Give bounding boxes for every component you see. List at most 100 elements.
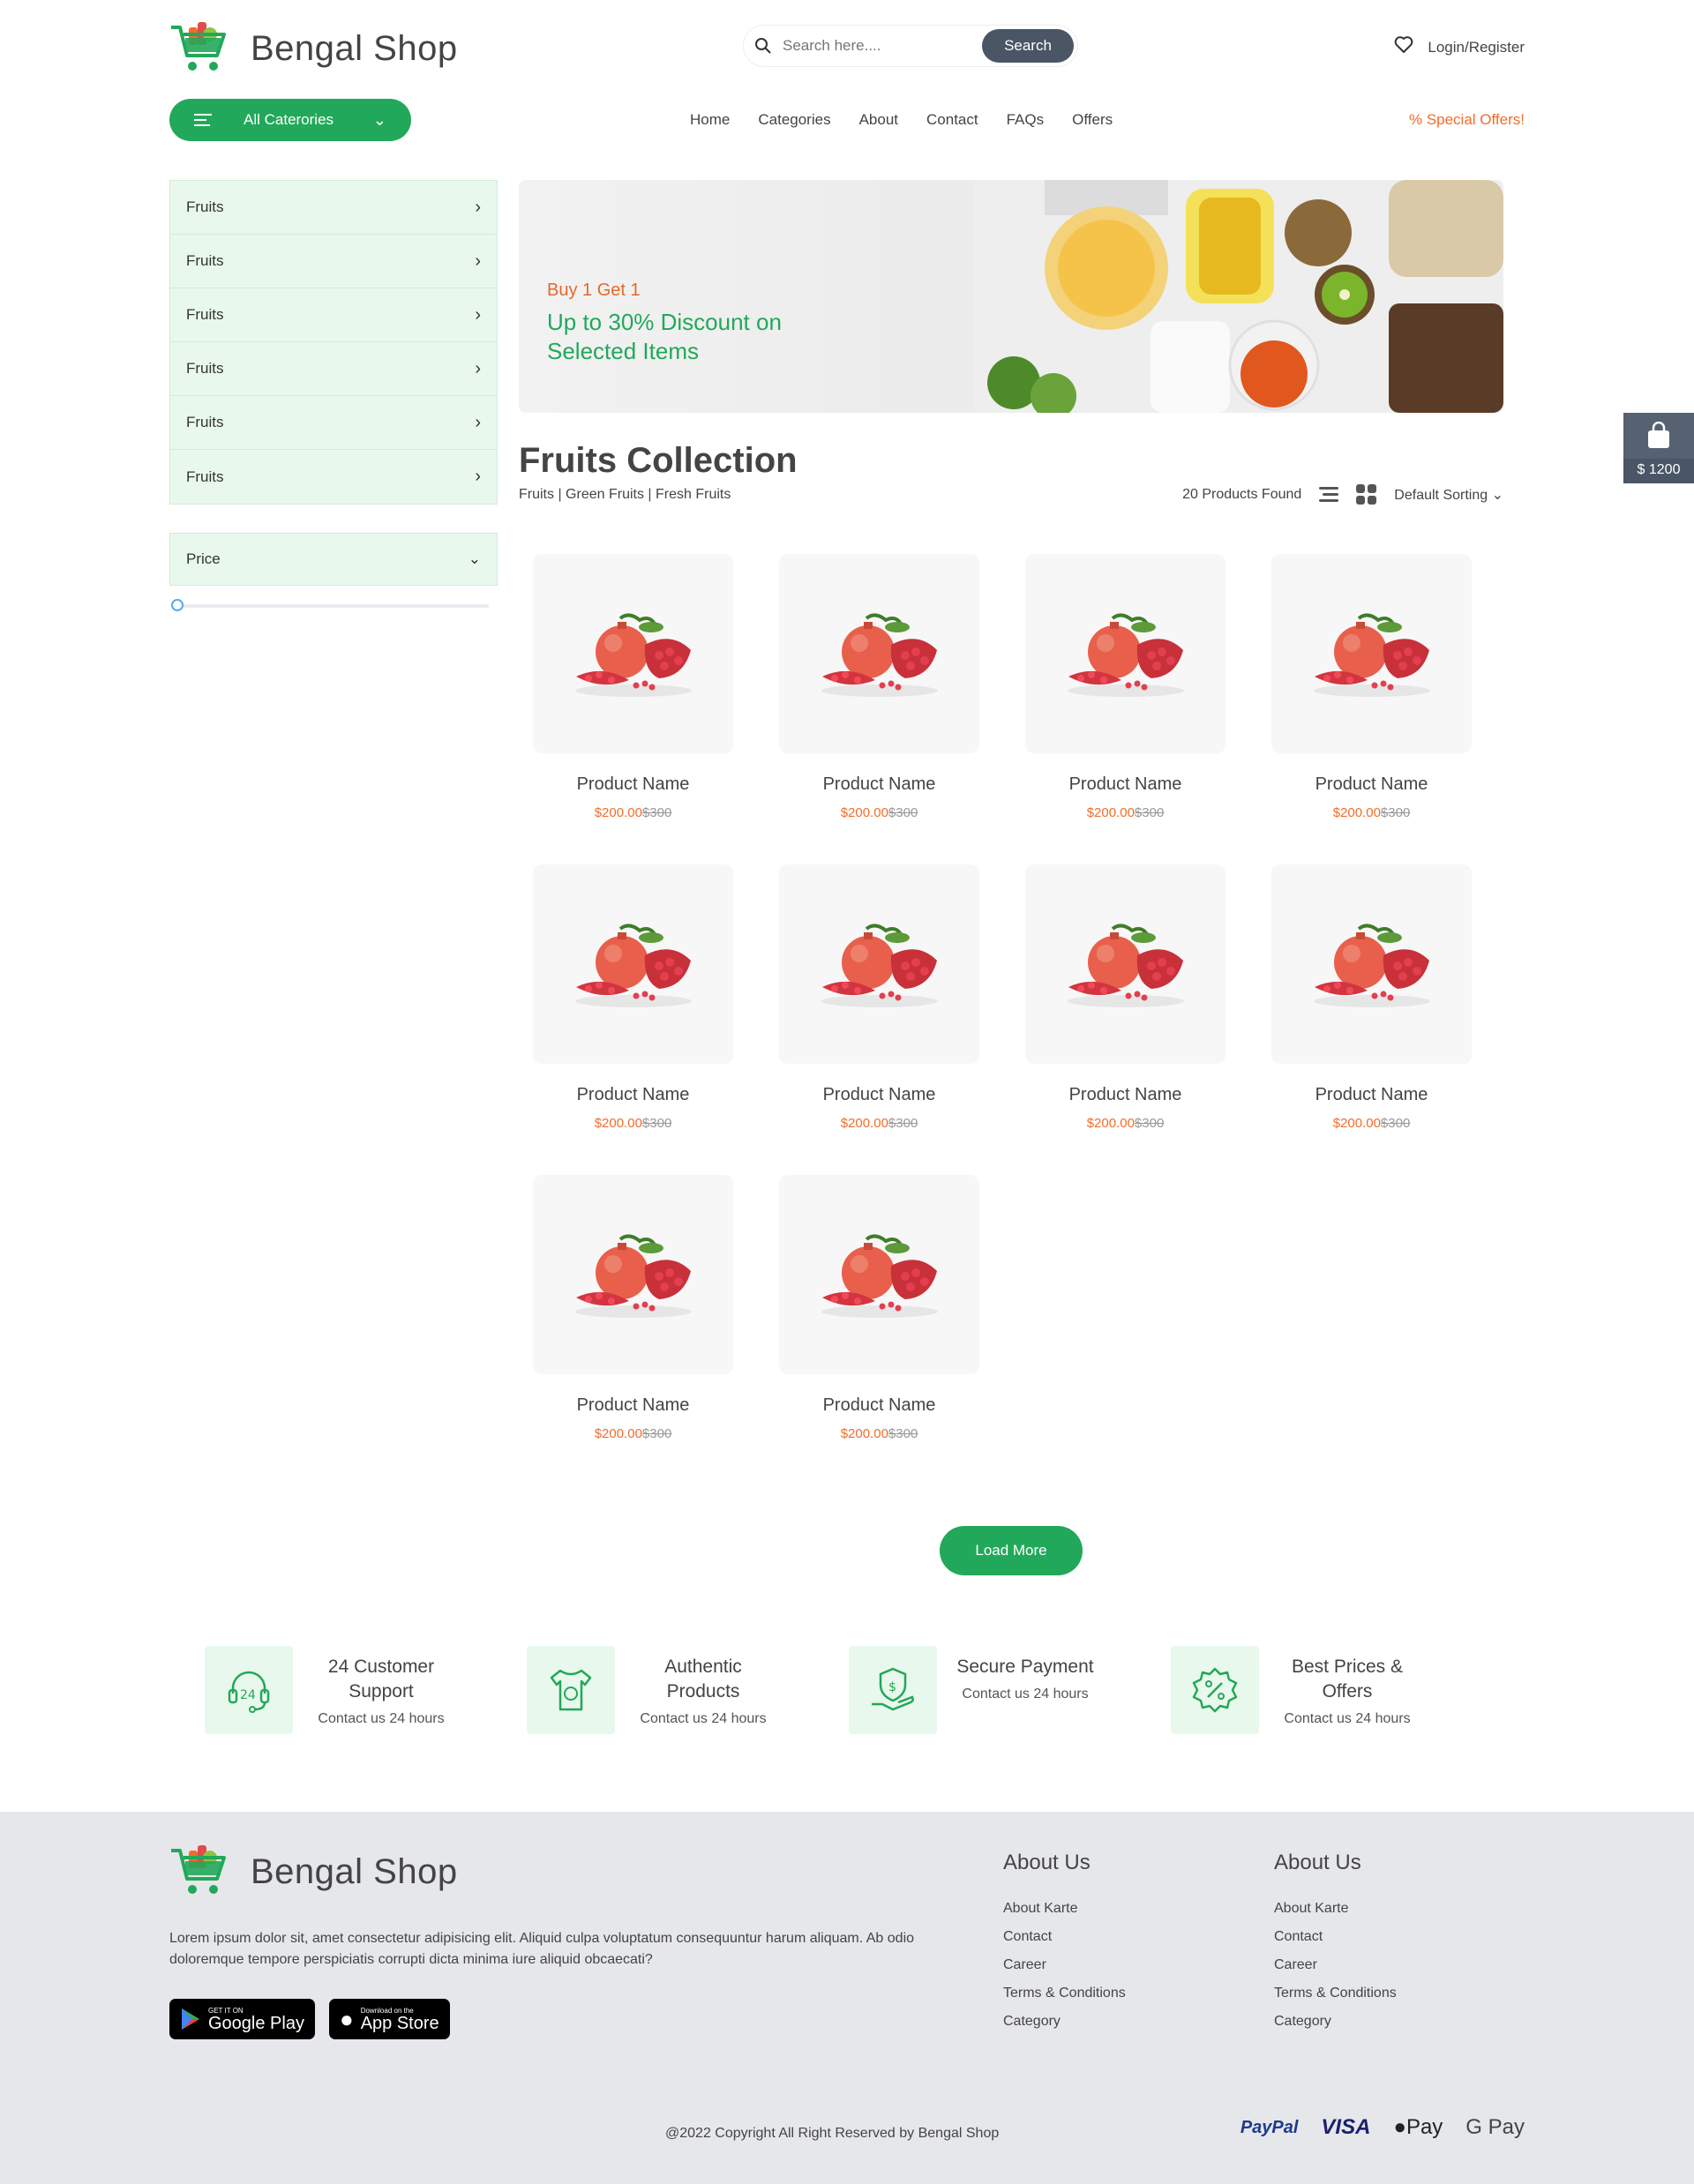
footer-link[interactable]: Contact bbox=[1274, 1923, 1397, 1951]
promo-banner[interactable]: Buy 1 Get 1 Up to 30% Discount on Select… bbox=[519, 180, 1503, 413]
product-image[interactable] bbox=[533, 554, 733, 753]
product-card[interactable]: Product Name $200.00$300 bbox=[1271, 554, 1472, 864]
category-list: Fruits › Fruits › Fruits › Fruits › Fruits › … bbox=[169, 180, 498, 505]
category-label: Fruits bbox=[186, 360, 224, 377]
product-card[interactable]: Product Name $200.00$300 bbox=[779, 554, 979, 864]
grid-view-icon[interactable] bbox=[1356, 484, 1377, 505]
feature-subtitle: Contact us 24 hours bbox=[1284, 1711, 1411, 1726]
footer-link[interactable]: About Karte bbox=[1274, 1895, 1397, 1923]
footer-link[interactable]: Career bbox=[1003, 1951, 1126, 1979]
category-item[interactable]: Fruits › bbox=[170, 235, 497, 288]
product-card[interactable]: Product Name $200.00$300 bbox=[533, 1175, 733, 1485]
old-price: $300 bbox=[1134, 805, 1165, 820]
category-label: Fruits bbox=[186, 414, 224, 430]
product-card[interactable]: Product Name $200.00$300 bbox=[533, 864, 733, 1175]
product-image[interactable] bbox=[1025, 554, 1226, 753]
product-card[interactable]: Product Name $200.00$300 bbox=[779, 864, 979, 1175]
wishlist-heart-icon[interactable] bbox=[1394, 35, 1413, 60]
product-name[interactable]: Product Name bbox=[779, 774, 979, 795]
product-name[interactable]: Product Name bbox=[533, 1085, 733, 1105]
product-image[interactable] bbox=[1025, 864, 1226, 1064]
nav-about[interactable]: About bbox=[859, 111, 898, 129]
all-categories-button[interactable]: All Caterories ⌄ bbox=[169, 99, 411, 141]
sidebar: Fruits › Fruits › Fruits › Fruits › Fruits › … bbox=[169, 180, 498, 611]
old-price: $300 bbox=[888, 805, 918, 820]
feature-text: Secure Payment Contact us 24 hours bbox=[953, 1646, 1098, 1702]
product-name[interactable]: Product Name bbox=[533, 774, 733, 795]
chevron-right-icon: › bbox=[475, 304, 481, 325]
load-more-button[interactable]: Load More bbox=[940, 1526, 1083, 1575]
product-name[interactable]: Product Name bbox=[533, 1395, 733, 1416]
product-price: $200.00$300 bbox=[533, 805, 733, 820]
product-card[interactable]: Product Name $200.00$300 bbox=[1025, 554, 1226, 864]
category-item[interactable]: Fruits › bbox=[170, 450, 497, 504]
product-image[interactable] bbox=[1271, 554, 1472, 753]
product-image[interactable] bbox=[779, 554, 979, 753]
nav-home[interactable]: Home bbox=[690, 111, 730, 129]
current-price: $200.00 bbox=[594, 1426, 642, 1441]
product-image[interactable] bbox=[1271, 864, 1472, 1064]
payment-methods: PayPal VISA ●Pay G Pay bbox=[1241, 2115, 1525, 2140]
category-item[interactable]: Fruits › bbox=[170, 181, 497, 235]
product-card[interactable]: Product Name $200.00$300 bbox=[1271, 864, 1472, 1175]
footer-link[interactable]: Terms & Conditions bbox=[1003, 1979, 1126, 2008]
footer-link[interactable]: Category bbox=[1003, 2008, 1126, 2036]
pomegranate-image bbox=[821, 924, 938, 1007]
old-price: $300 bbox=[1380, 1116, 1411, 1131]
product-name[interactable]: Product Name bbox=[779, 1395, 979, 1416]
product-name[interactable]: Product Name bbox=[1271, 1085, 1472, 1105]
footer-link[interactable]: Career bbox=[1274, 1951, 1397, 1979]
product-image[interactable] bbox=[533, 864, 733, 1064]
footer-brand-logo[interactable]: Bengal Shop bbox=[169, 1844, 458, 1900]
product-image[interactable] bbox=[779, 1175, 979, 1374]
product-card[interactable]: Product Name $200.00$300 bbox=[1025, 864, 1226, 1175]
account-area: Login/Register bbox=[1394, 35, 1525, 60]
footer-link[interactable]: About Karte bbox=[1003, 1895, 1126, 1923]
nav-offers[interactable]: Offers bbox=[1072, 111, 1113, 129]
category-item[interactable]: Fruits › bbox=[170, 342, 497, 396]
footer-link[interactable]: Contact bbox=[1003, 1923, 1126, 1951]
feature-item: Best Prices & Offers Contact us 24 hours bbox=[1171, 1646, 1493, 1734]
product-name[interactable]: Product Name bbox=[1025, 1085, 1226, 1105]
pomegranate-image bbox=[821, 1234, 938, 1318]
search-button[interactable]: Search bbox=[982, 29, 1074, 63]
list-view-icon[interactable] bbox=[1319, 483, 1339, 505]
price-range-slider[interactable] bbox=[169, 599, 498, 611]
product-card[interactable]: Product Name $200.00$300 bbox=[533, 554, 733, 864]
feature-item: $ Secure Payment Contact us 24 hours bbox=[849, 1646, 1171, 1734]
footer-link[interactable]: Terms & Conditions bbox=[1274, 1979, 1397, 2008]
category-item[interactable]: Fruits › bbox=[170, 288, 497, 342]
google-play-badge[interactable]: GET IT ON Google Play bbox=[169, 1999, 315, 2039]
product-name[interactable]: Product Name bbox=[1271, 774, 1472, 795]
visa-logo: VISA bbox=[1321, 2115, 1371, 2139]
svg-text:24: 24 bbox=[240, 1688, 256, 1702]
special-offers-link[interactable]: % Special Offers! bbox=[1409, 111, 1525, 129]
footer-link[interactable]: Category bbox=[1274, 2008, 1397, 2036]
category-label: Fruits bbox=[186, 198, 224, 215]
slider-thumb[interactable] bbox=[171, 599, 184, 611]
product-name[interactable]: Product Name bbox=[1025, 774, 1226, 795]
nav-contact[interactable]: Contact bbox=[926, 111, 978, 129]
floating-cart[interactable]: $ 1200 bbox=[1623, 413, 1694, 483]
sorting-dropdown[interactable]: Default Sorting ⌄ bbox=[1394, 486, 1503, 504]
feature-item: 24 24 Customer Support Contact us 24 hou… bbox=[205, 1646, 527, 1734]
search-input[interactable] bbox=[783, 37, 982, 55]
pomegranate-image bbox=[1313, 924, 1430, 1007]
product-image[interactable] bbox=[779, 864, 979, 1064]
navigation-bar: All Caterories ⌄ Home Categories About C… bbox=[169, 99, 1525, 143]
nav-faqs[interactable]: FAQs bbox=[1007, 111, 1045, 129]
product-card[interactable]: Product Name $200.00$300 bbox=[779, 1175, 979, 1485]
brand-logo[interactable]: Bengal Shop bbox=[169, 20, 458, 77]
groceries-banner-image bbox=[974, 180, 1503, 413]
collection-breadcrumb: Fruits | Green Fruits | Fresh Fruits bbox=[519, 487, 731, 502]
nav-categories[interactable]: Categories bbox=[758, 111, 830, 129]
category-item[interactable]: Fruits › bbox=[170, 396, 497, 450]
all-categories-label: All Caterories bbox=[244, 111, 334, 128]
product-image[interactable] bbox=[533, 1175, 733, 1374]
chevron-right-icon: › bbox=[475, 467, 481, 486]
login-register-link[interactable]: Login/Register bbox=[1428, 39, 1525, 56]
google-play-icon bbox=[182, 2008, 199, 2030]
product-name[interactable]: Product Name bbox=[779, 1085, 979, 1105]
app-store-badge[interactable]: ● Download on the App Store bbox=[328, 1999, 450, 2039]
price-filter-toggle[interactable]: Price ⌄ bbox=[169, 533, 498, 586]
